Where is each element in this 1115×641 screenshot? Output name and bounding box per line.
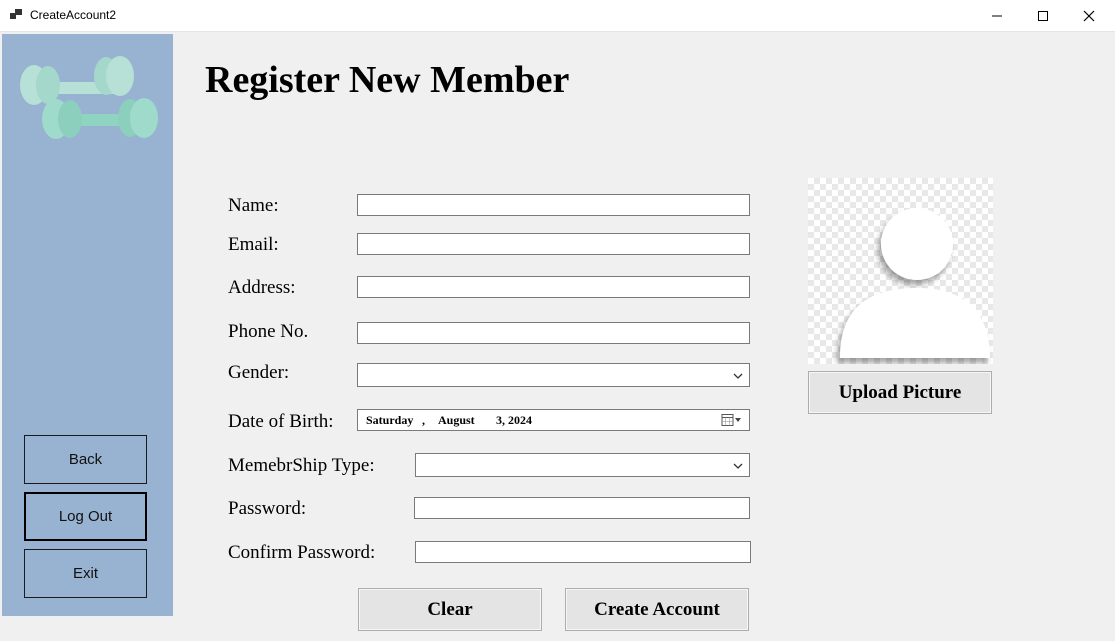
password-label: Password: — [228, 498, 307, 519]
window-title: CreateAccount2 — [30, 8, 117, 22]
log-out-button[interactable]: Log Out — [24, 492, 147, 541]
address-label: Address: — [228, 277, 296, 298]
address-input[interactable] — [357, 276, 750, 298]
email-input[interactable] — [357, 233, 750, 255]
confirm-password-input[interactable] — [415, 541, 751, 563]
dumbbell-icon — [20, 56, 158, 139]
chevron-down-icon — [733, 463, 743, 469]
phone-label: Phone No. — [228, 321, 309, 342]
user-silhouette-icon — [840, 208, 990, 358]
password-input[interactable] — [414, 497, 750, 519]
create-account-button[interactable]: Create Account — [565, 588, 749, 631]
gender-label: Gender: — [228, 362, 290, 383]
confirm-password-label: Confirm Password: — [228, 542, 376, 563]
maximize-icon — [1038, 10, 1048, 21]
minimize-button[interactable] — [974, 0, 1020, 31]
back-button[interactable]: Back — [24, 435, 147, 484]
maximize-button[interactable] — [1020, 0, 1066, 31]
calendar-dropdown-icon[interactable] — [721, 413, 743, 427]
date-of-birth-picker[interactable]: Saturday , August 3, 2024 — [357, 409, 750, 431]
email-label: Email: — [228, 234, 279, 255]
profile-picture — [808, 178, 993, 364]
date-of-birth-label: Date of Birth: — [228, 411, 334, 432]
upload-picture-button[interactable]: Upload Picture — [808, 371, 992, 414]
sidebar: Back Log Out Exit — [2, 34, 173, 616]
name-label: Name: — [228, 195, 279, 216]
chevron-down-icon — [733, 373, 743, 379]
dob-month: August — [438, 413, 475, 427]
membership-type-label: MemebrShip Type: — [228, 455, 375, 476]
dob-separator: , — [422, 413, 425, 427]
page-title: Register New Member — [205, 59, 570, 101]
name-input[interactable] — [357, 194, 750, 216]
minimize-icon — [992, 15, 1002, 16]
title-bar: CreateAccount2 — [0, 0, 1115, 32]
exit-button[interactable]: Exit — [24, 549, 147, 598]
membership-type-select[interactable] — [415, 453, 750, 477]
phone-input[interactable] — [357, 322, 750, 344]
app-icon — [10, 9, 22, 19]
gender-select[interactable] — [357, 363, 750, 387]
clear-button[interactable]: Clear — [358, 588, 542, 631]
close-icon — [1083, 10, 1095, 21]
dob-weekday: Saturday — [366, 413, 414, 427]
dob-day-year: 3, 2024 — [496, 413, 532, 427]
close-button[interactable] — [1066, 0, 1112, 31]
